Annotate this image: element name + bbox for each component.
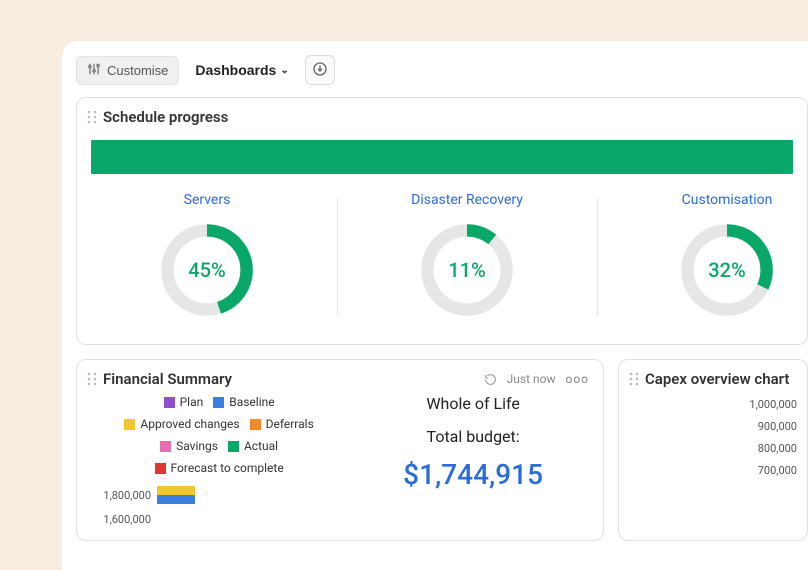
legend-swatch [213, 397, 224, 408]
card-header-right: Just now ooo [484, 372, 589, 386]
legend-item: Forecast to complete [155, 458, 284, 478]
donut-disaster: Disaster Recovery 11% [337, 192, 597, 322]
dashboard-area: Schedule progress Servers 45% Disaster R… [76, 97, 808, 541]
row-2: Financial Summary Just now ooo Plan Basel… [76, 359, 808, 541]
sliders-icon [87, 62, 101, 79]
dashboards-label: Dashboards [195, 62, 276, 78]
legend-label: Plan [180, 392, 204, 412]
bar-stub [157, 486, 195, 504]
schedule-title: Schedule progress [103, 108, 228, 126]
download-button[interactable] [305, 55, 335, 85]
legend-item: Deferrals [250, 414, 314, 434]
legend-label: Forecast to complete [171, 458, 284, 478]
progress-bar [91, 140, 793, 174]
donut-label[interactable]: Servers [184, 192, 231, 208]
card-header: Schedule progress [77, 98, 807, 130]
donut-customisation: Customisation 32% [597, 192, 808, 322]
whole-of-life-title: Whole of Life [357, 394, 589, 413]
whole-of-life-sub: Total budget: [357, 427, 589, 446]
legend-swatch [164, 397, 175, 408]
legend: Plan BaselineApproved changes Deferrals Sav… [91, 392, 347, 480]
donut-percent: 32% [675, 218, 779, 322]
legend-item: Baseline [213, 392, 274, 412]
toolbar: Customise Dashboards ⌄ [76, 55, 808, 97]
donut-percent: 45% [155, 218, 259, 322]
financial-right: Whole of Life Total budget: $1,744,915 [357, 392, 589, 526]
financial-summary-card: Financial Summary Just now ooo Plan Basel… [76, 359, 604, 541]
donut-row: Servers 45% Disaster Recovery 11% Custom… [77, 192, 807, 344]
ytick: 900,000 [629, 420, 797, 433]
legend-label: Actual [244, 436, 278, 456]
more-icon[interactable]: ooo [565, 372, 589, 386]
legend-label: Savings [176, 436, 218, 456]
chevron-down-icon: ⌄ [280, 65, 288, 76]
capex-overview-card: Capex overview chart 1,000,000 900,000 8… [618, 359, 808, 541]
ytick: 1,800,000 [91, 489, 151, 502]
refresh-icon[interactable] [484, 373, 497, 386]
refresh-text: Just now [507, 372, 556, 386]
donut-label[interactable]: Customisation [682, 192, 773, 208]
donut-chart: 45% [155, 218, 259, 322]
legend-swatch [250, 419, 261, 430]
download-icon [312, 61, 328, 80]
ytick: 1,000,000 [629, 398, 797, 411]
donut-chart: 32% [675, 218, 779, 322]
card-header: Capex overview chart [619, 360, 807, 392]
donut-servers: Servers 45% [77, 192, 337, 322]
legend-swatch [155, 463, 166, 474]
financial-left: Plan BaselineApproved changes Deferrals Sav… [91, 392, 347, 526]
ytick: 800,000 [629, 442, 797, 455]
drag-handle-icon[interactable] [629, 372, 639, 386]
customise-label: Customise [107, 63, 168, 78]
donut-chart: 11% [415, 218, 519, 322]
legend-swatch [228, 441, 239, 452]
legend-swatch [124, 419, 135, 430]
financial-title: Financial Summary [103, 370, 232, 388]
legend-label: Deferrals [266, 414, 314, 434]
drag-handle-icon[interactable] [87, 372, 97, 386]
schedule-progress-card: Schedule progress Servers 45% Disaster R… [76, 97, 808, 345]
financial-yaxis: 1,800,000 1,600,000 [91, 480, 347, 526]
ytick: 700,000 [629, 464, 797, 477]
legend-item: Savings [160, 436, 218, 456]
donut-label[interactable]: Disaster Recovery [411, 192, 523, 208]
dashboards-dropdown[interactable]: Dashboards ⌄ [187, 57, 296, 83]
legend-item: Actual [228, 436, 278, 456]
legend-label: Baseline [229, 392, 274, 412]
legend-label: Approved changes [140, 414, 239, 434]
card-header: Financial Summary Just now ooo [77, 360, 603, 392]
app-frame: Customise Dashboards ⌄ Schedule progress [62, 41, 808, 570]
capex-title: Capex overview chart [645, 370, 789, 388]
legend-item: Approved changes [124, 414, 239, 434]
financial-body: Plan BaselineApproved changes Deferrals Sav… [77, 392, 603, 540]
legend-item: Plan [164, 392, 204, 412]
whole-of-life-amount: $1,744,915 [357, 458, 589, 491]
ytick: 1,600,000 [91, 513, 151, 526]
donut-percent: 11% [415, 218, 519, 322]
drag-handle-icon[interactable] [87, 110, 97, 124]
legend-swatch [160, 441, 171, 452]
customise-button[interactable]: Customise [76, 56, 179, 85]
capex-yaxis: 1,000,000 900,000 800,000 700,000 [619, 392, 807, 487]
